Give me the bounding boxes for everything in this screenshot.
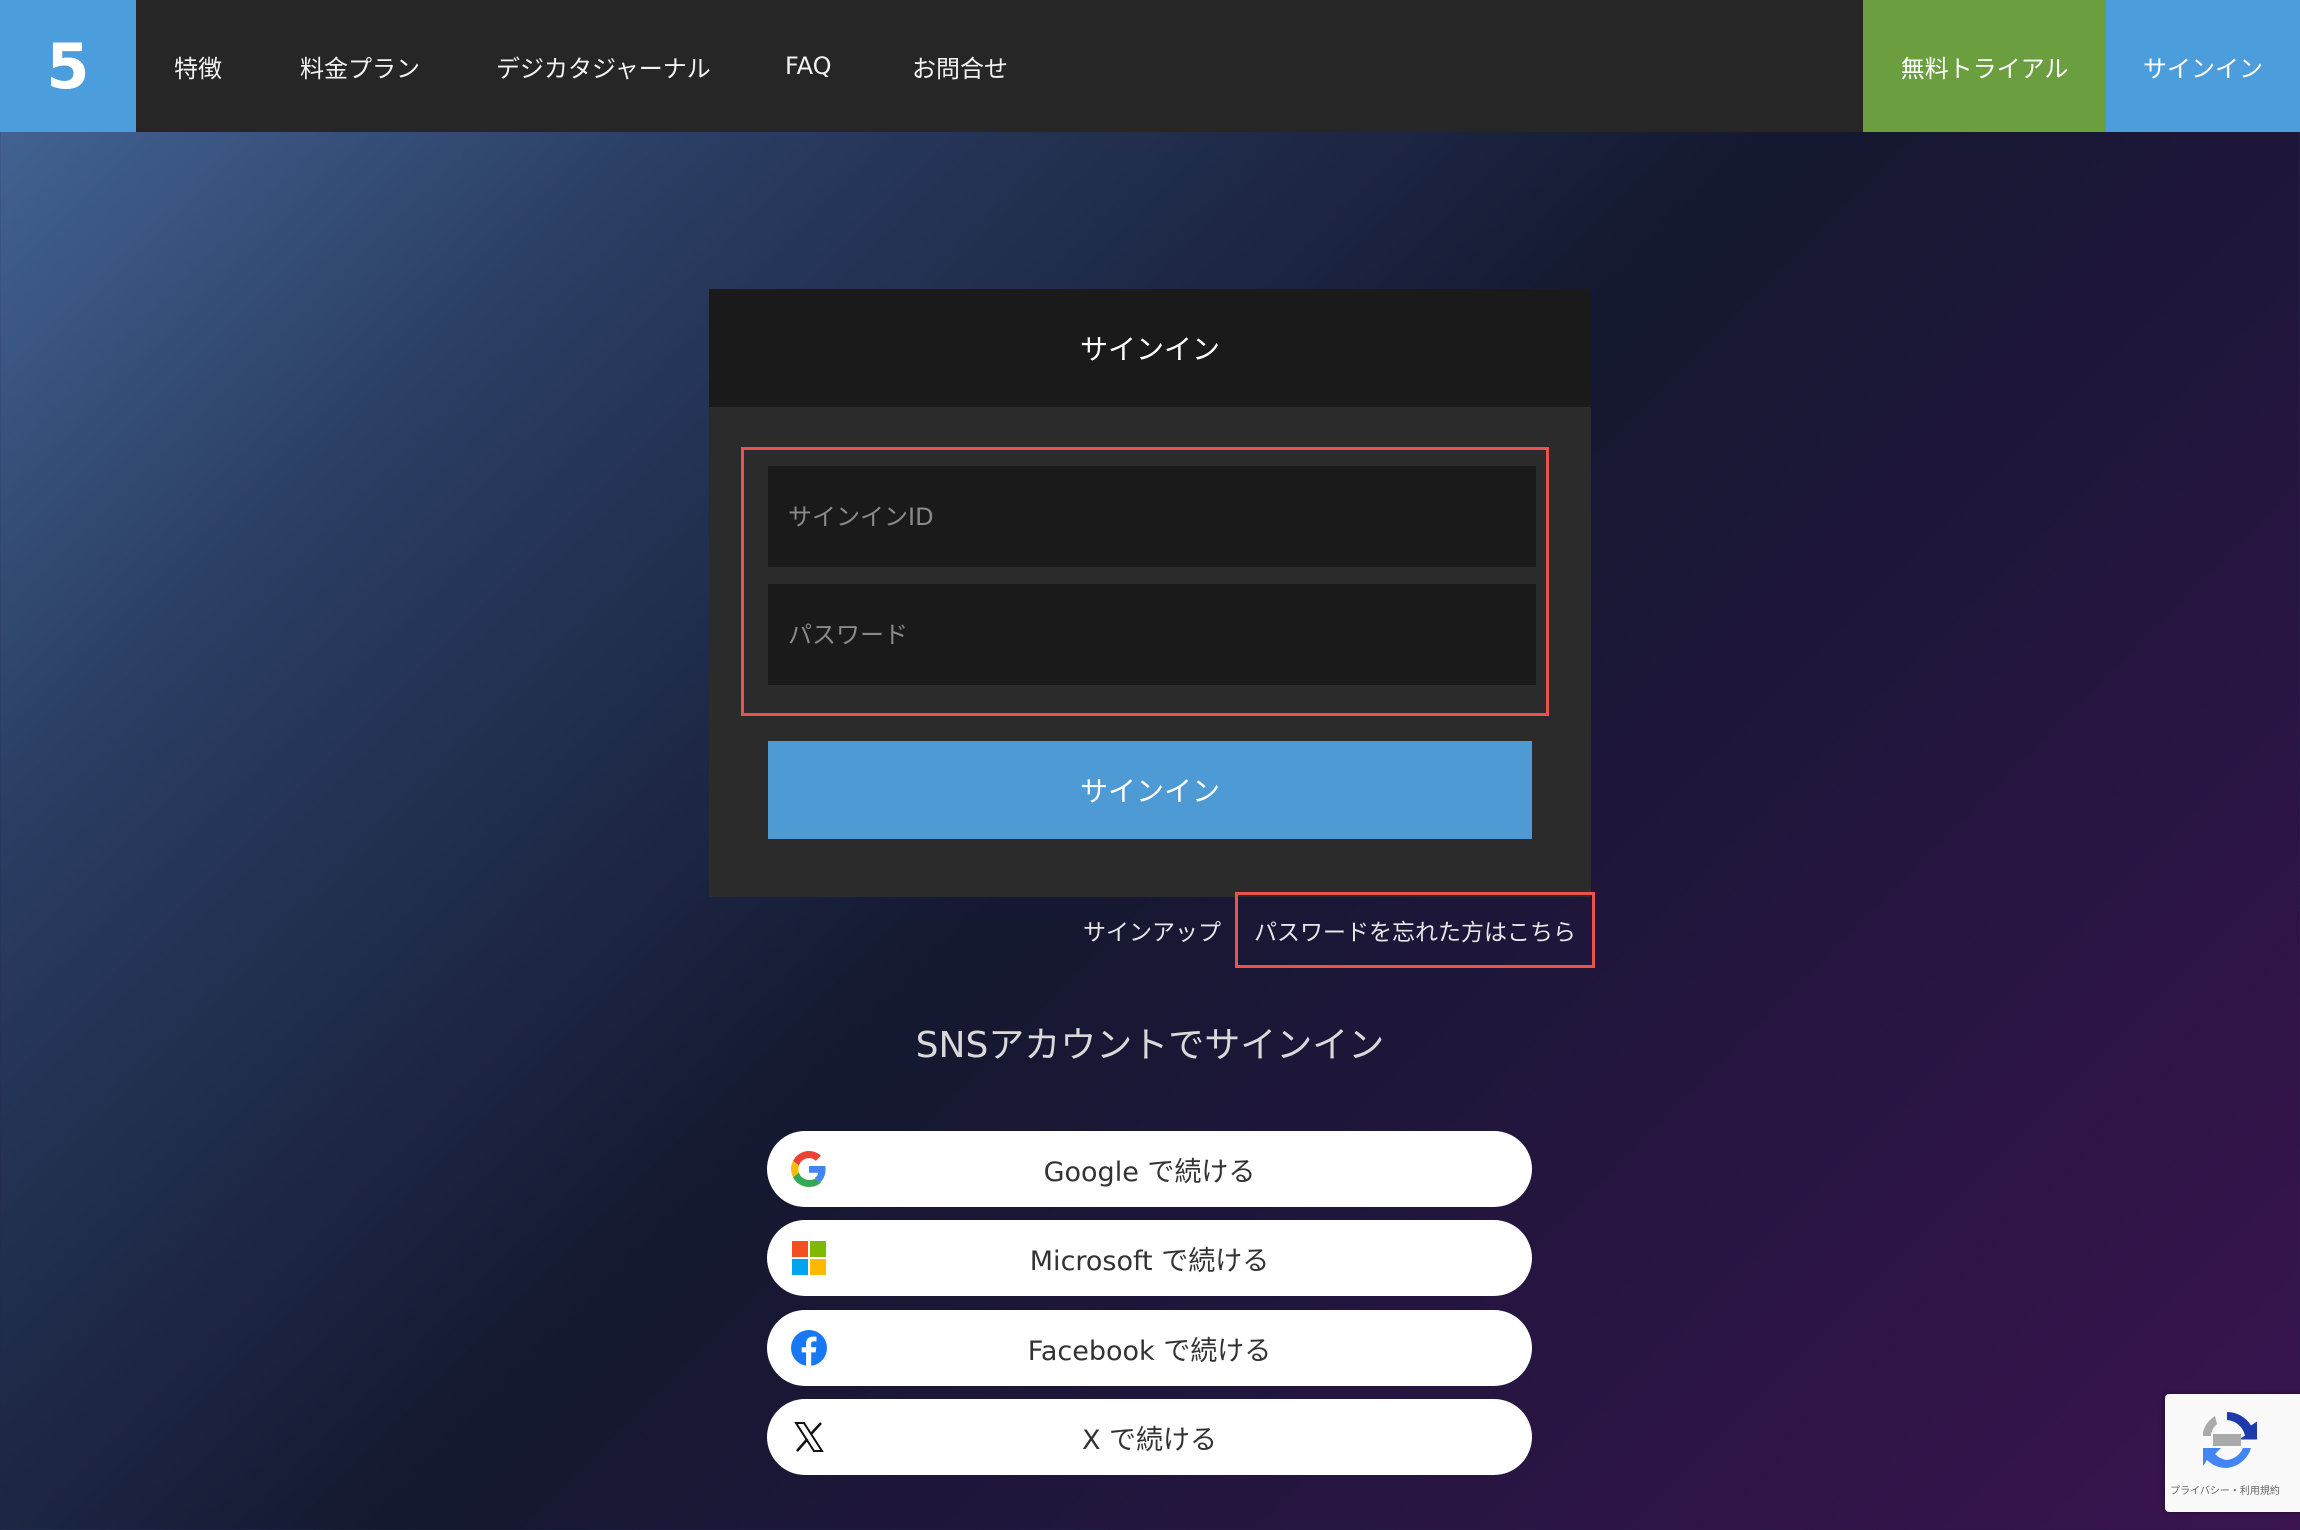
nav-item-journal[interactable]: デジカタジャーナル [496, 0, 711, 132]
recaptcha-badge[interactable]: プライバシー・利用規約 [2165, 1394, 2300, 1512]
signin-card: サインイン サインイン [709, 289, 1591, 897]
nav-item-features[interactable]: 特徴 [174, 0, 222, 132]
top-navigation-bar: 5 特徴 料金プラン デジカタジャーナル FAQ お問合せ 無料トライアル サイ… [0, 0, 2300, 132]
header-signin-button[interactable]: サインイン [2106, 0, 2300, 132]
signup-link[interactable]: サインアップ [1083, 912, 1221, 948]
x-signin-button[interactable]: X で続ける [767, 1399, 1532, 1475]
facebook-icon [791, 1330, 827, 1366]
recaptcha-privacy-terms: プライバシー・利用規約 [2170, 1486, 2280, 1497]
forgot-password-link[interactable]: パスワードを忘れた方はこちら [1235, 892, 1595, 968]
nav-item-faq[interactable]: FAQ [785, 0, 832, 132]
facebook-signin-label: Facebook で続ける [1027, 1335, 1272, 1367]
site-logo[interactable]: 5 [0, 0, 136, 132]
microsoft-signin-button[interactable]: Microsoft で続ける [767, 1220, 1532, 1296]
facebook-signin-button[interactable]: Facebook で続ける [767, 1310, 1532, 1386]
recaptcha-icon [2203, 1412, 2257, 1469]
google-signin-label: Google で続ける [1043, 1156, 1256, 1188]
password-input[interactable] [768, 584, 1536, 685]
google-signin-button[interactable]: Google で続ける [767, 1131, 1532, 1207]
free-trial-button[interactable]: 無料トライアル [1863, 0, 2106, 132]
signin-submit-button[interactable]: サインイン [768, 741, 1532, 839]
signin-card-title: サインイン [709, 289, 1591, 407]
x-icon [794, 1422, 824, 1452]
sns-signin-title: SNSアカウントでサインイン [915, 1025, 1385, 1066]
nav-item-contact[interactable]: お問合せ [912, 0, 1008, 132]
microsoft-icon [792, 1241, 826, 1275]
google-icon [791, 1151, 826, 1187]
signin-id-input[interactable] [768, 466, 1536, 567]
nav-item-pricing[interactable]: 料金プラン [300, 0, 420, 132]
x-signin-label: X で続ける [1081, 1424, 1218, 1456]
microsoft-signin-label: Microsoft で続ける [1029, 1245, 1270, 1277]
